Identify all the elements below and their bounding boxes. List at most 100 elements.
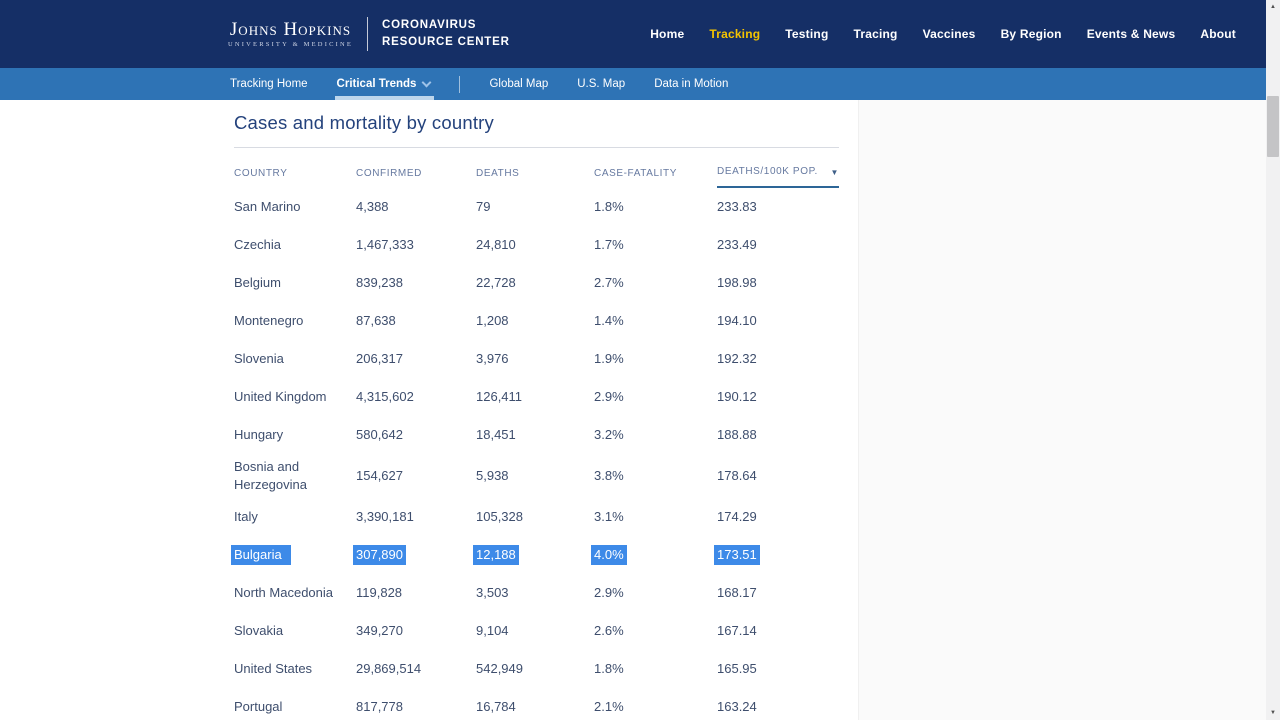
- table-cell-united-kingdom-confirmed: 4,315,602: [356, 388, 414, 404]
- table-cell-san-marino-country: San Marino: [234, 198, 301, 214]
- subnav-item-tracking-home[interactable]: Tracking Home: [230, 68, 308, 100]
- table-cell-bosnia-and-herzegovina-confirmed: 154,627: [356, 468, 403, 484]
- logo-divider: [367, 17, 369, 51]
- table-cell-bulgaria-case-fatality: 4.0%: [591, 536, 717, 574]
- site-title-line2: RESOURCE CENTER: [382, 36, 510, 48]
- table-cell-portugal-case-fatality: 2.1%: [594, 699, 624, 715]
- table-cell-bulgaria-deaths-100k: 173.51: [714, 536, 839, 574]
- tracking-subnav: Tracking Home Critical Trends Global Map U.…: [0, 68, 1266, 100]
- table-cell-north-macedonia-case-fatality: 2.9%: [594, 585, 624, 601]
- side-panel: [858, 100, 1266, 720]
- table-cell-portugal-deaths-100k: 163.24: [717, 699, 757, 715]
- table-cell-bosnia-and-herzegovina-country: Bosnia and Herzegovina: [234, 459, 307, 493]
- table-cell-north-macedonia-deaths: 3,503: [476, 585, 509, 601]
- table-cell-montenegro-deaths: 1,208: [476, 312, 509, 328]
- table-cell-san-marino-case-fatality: 1.8%: [594, 198, 624, 214]
- scroll-up-icon[interactable]: ▲: [1266, 0, 1280, 14]
- site-title: CORONAVIRUS RESOURCE CENTER: [382, 17, 510, 52]
- nav-item-testing[interactable]: Testing: [785, 27, 828, 41]
- selected-text: 4.0%: [591, 545, 627, 566]
- table-cell-italy-confirmed: 3,390,181: [356, 509, 414, 525]
- nav-item-home[interactable]: Home: [650, 27, 684, 41]
- subnav-divider: [459, 75, 461, 93]
- column-header-case-fatality[interactable]: CASE-FATALITY: [594, 166, 717, 188]
- table-cell-czechia-case-fatality: 1.7%: [594, 236, 624, 252]
- table-cell-italy-deaths: 105,328: [476, 509, 523, 525]
- subnav-item-global-map[interactable]: Global Map: [489, 68, 548, 100]
- vertical-scrollbar[interactable]: ▲ ▼: [1266, 0, 1280, 720]
- table-cell-united-states-confirmed: 29,869,514: [356, 661, 422, 677]
- nav-item-tracing[interactable]: Tracing: [853, 27, 897, 41]
- table-header-row: COUNTRY CONFIRMED DEATHS CASE-FATALITY DEATH…: [234, 148, 839, 188]
- table-cell-czechia-confirmed: 1,467,333: [356, 236, 414, 252]
- scroll-down-icon[interactable]: ▼: [1266, 706, 1280, 720]
- table-cell-portugal-deaths: 16,784: [476, 699, 516, 715]
- table-cell-north-macedonia-confirmed: 119,828: [356, 585, 403, 601]
- selected-text: 307,890: [353, 545, 406, 566]
- column-header-label: COUNTRY: [234, 168, 288, 179]
- table-cell-belgium-deaths: 22,728: [476, 274, 516, 290]
- subnav-item-label: Global Map: [489, 78, 549, 90]
- subnav-item-label: Tracking Home: [230, 78, 308, 90]
- site-logo[interactable]: Johns Hopkins UNIVERSITY & MEDICINE CORO…: [228, 17, 510, 52]
- table-cell-italy-deaths-100k: 174.29: [717, 509, 757, 525]
- cases-table-section: Cases and mortality by country COUNTRY CO…: [231, 112, 839, 720]
- column-header-confirmed[interactable]: CONFIRMED: [356, 166, 476, 188]
- table-cell-belgium-country: Belgium: [234, 274, 281, 290]
- table-cell-montenegro-country: Montenegro: [234, 312, 304, 328]
- table-cell-czechia-deaths: 24,810: [476, 236, 516, 252]
- nav-item-tracking[interactable]: Tracking: [709, 27, 760, 41]
- column-header-label: DEATHS/100K POP.: [717, 166, 818, 177]
- scrollbar-thumb[interactable]: [1267, 96, 1279, 157]
- column-header-deaths[interactable]: DEATHS: [476, 166, 594, 188]
- table-cell-belgium-deaths-100k: 198.98: [717, 274, 757, 290]
- table-cell-slovakia-country: Slovakia: [234, 623, 284, 639]
- table-cell-slovenia-case-fatality: 1.9%: [594, 350, 624, 366]
- viewport: Johns Hopkins UNIVERSITY & MEDICINE CORO…: [0, 0, 1280, 720]
- table-cell-slovenia-confirmed: 206,317: [356, 350, 403, 366]
- content-row: Cases and mortality by country COUNTRY CO…: [0, 100, 1266, 720]
- table-cell-slovakia-confirmed: 349,270: [356, 623, 403, 639]
- table-cell-portugal-country: Portugal: [234, 699, 283, 715]
- table-cell-slovakia-deaths-100k: 167.14: [717, 623, 757, 639]
- column-header-label: CASE-FATALITY: [594, 168, 678, 179]
- subnav-item-label: Critical Trends: [336, 78, 417, 90]
- table-cell-hungary-deaths: 18,451: [476, 426, 516, 442]
- selected-text: 173.51: [714, 545, 760, 566]
- column-header-country[interactable]: COUNTRY: [234, 166, 356, 188]
- sort-descending-icon: ▼: [830, 168, 839, 177]
- column-header-deaths-100k-pop[interactable]: DEATHS/100K POP. ▼: [717, 166, 839, 188]
- table-cell-bulgaria-country: Bulgaria: [231, 536, 356, 574]
- subnav-item-label: Data in Motion: [654, 78, 729, 90]
- table-cell-united-states-country: United States: [234, 661, 313, 677]
- table-cell-bosnia-and-herzegovina-deaths: 5,938: [476, 468, 509, 484]
- table-cell-united-kingdom-case-fatality: 2.9%: [594, 388, 624, 404]
- nav-item-by-region[interactable]: By Region: [1001, 27, 1062, 41]
- nav-item-vaccines[interactable]: Vaccines: [923, 27, 976, 41]
- table-cell-bosnia-and-herzegovina-case-fatality: 3.8%: [594, 468, 624, 484]
- table-cell-czechia-country: Czechia: [234, 236, 281, 252]
- subnav-item-label: U.S. Map: [577, 78, 626, 90]
- subnav-item-critical-trends[interactable]: Critical Trends: [334, 68, 435, 100]
- table-cell-slovenia-deaths: 3,976: [476, 350, 509, 366]
- table-cell-bulgaria-deaths: 12,188: [473, 536, 594, 574]
- table-body: San Marino 4,388 79 1.8% 233.83 Czechia 1,467,…: [231, 188, 839, 720]
- chevron-down-icon: [421, 77, 432, 87]
- subnav-item-u-s-map[interactable]: U.S. Map: [577, 68, 625, 100]
- jhu-logo: Johns Hopkins UNIVERSITY & MEDICINE: [228, 20, 353, 49]
- top-header: Johns Hopkins UNIVERSITY & MEDICINE CORO…: [0, 0, 1266, 68]
- table-cell-united-kingdom-deaths: 126,411: [476, 388, 523, 404]
- nav-item-events-news[interactable]: Events & News: [1087, 27, 1176, 41]
- table-cell-hungary-case-fatality: 3.2%: [594, 426, 624, 442]
- table-cell-north-macedonia-deaths-100k: 168.17: [717, 585, 757, 601]
- nav-item-about[interactable]: About: [1200, 27, 1236, 41]
- table-cell-belgium-case-fatality: 2.7%: [594, 274, 624, 290]
- table-cell-hungary-confirmed: 580,642: [356, 426, 403, 442]
- table-cell-belgium-confirmed: 839,238: [356, 274, 403, 290]
- main-nav: Home Tracking Testing Tracing Vaccines By Reg…: [650, 27, 1236, 41]
- table-cell-slovenia-country: Slovenia: [234, 350, 284, 366]
- subnav-item-data-in-motion[interactable]: Data in Motion: [654, 68, 728, 100]
- table-cell-portugal-confirmed: 817,778: [356, 699, 403, 715]
- table-cell-bosnia-and-herzegovina-deaths-100k: 178.64: [717, 468, 757, 484]
- selected-text: 12,188: [473, 545, 519, 566]
